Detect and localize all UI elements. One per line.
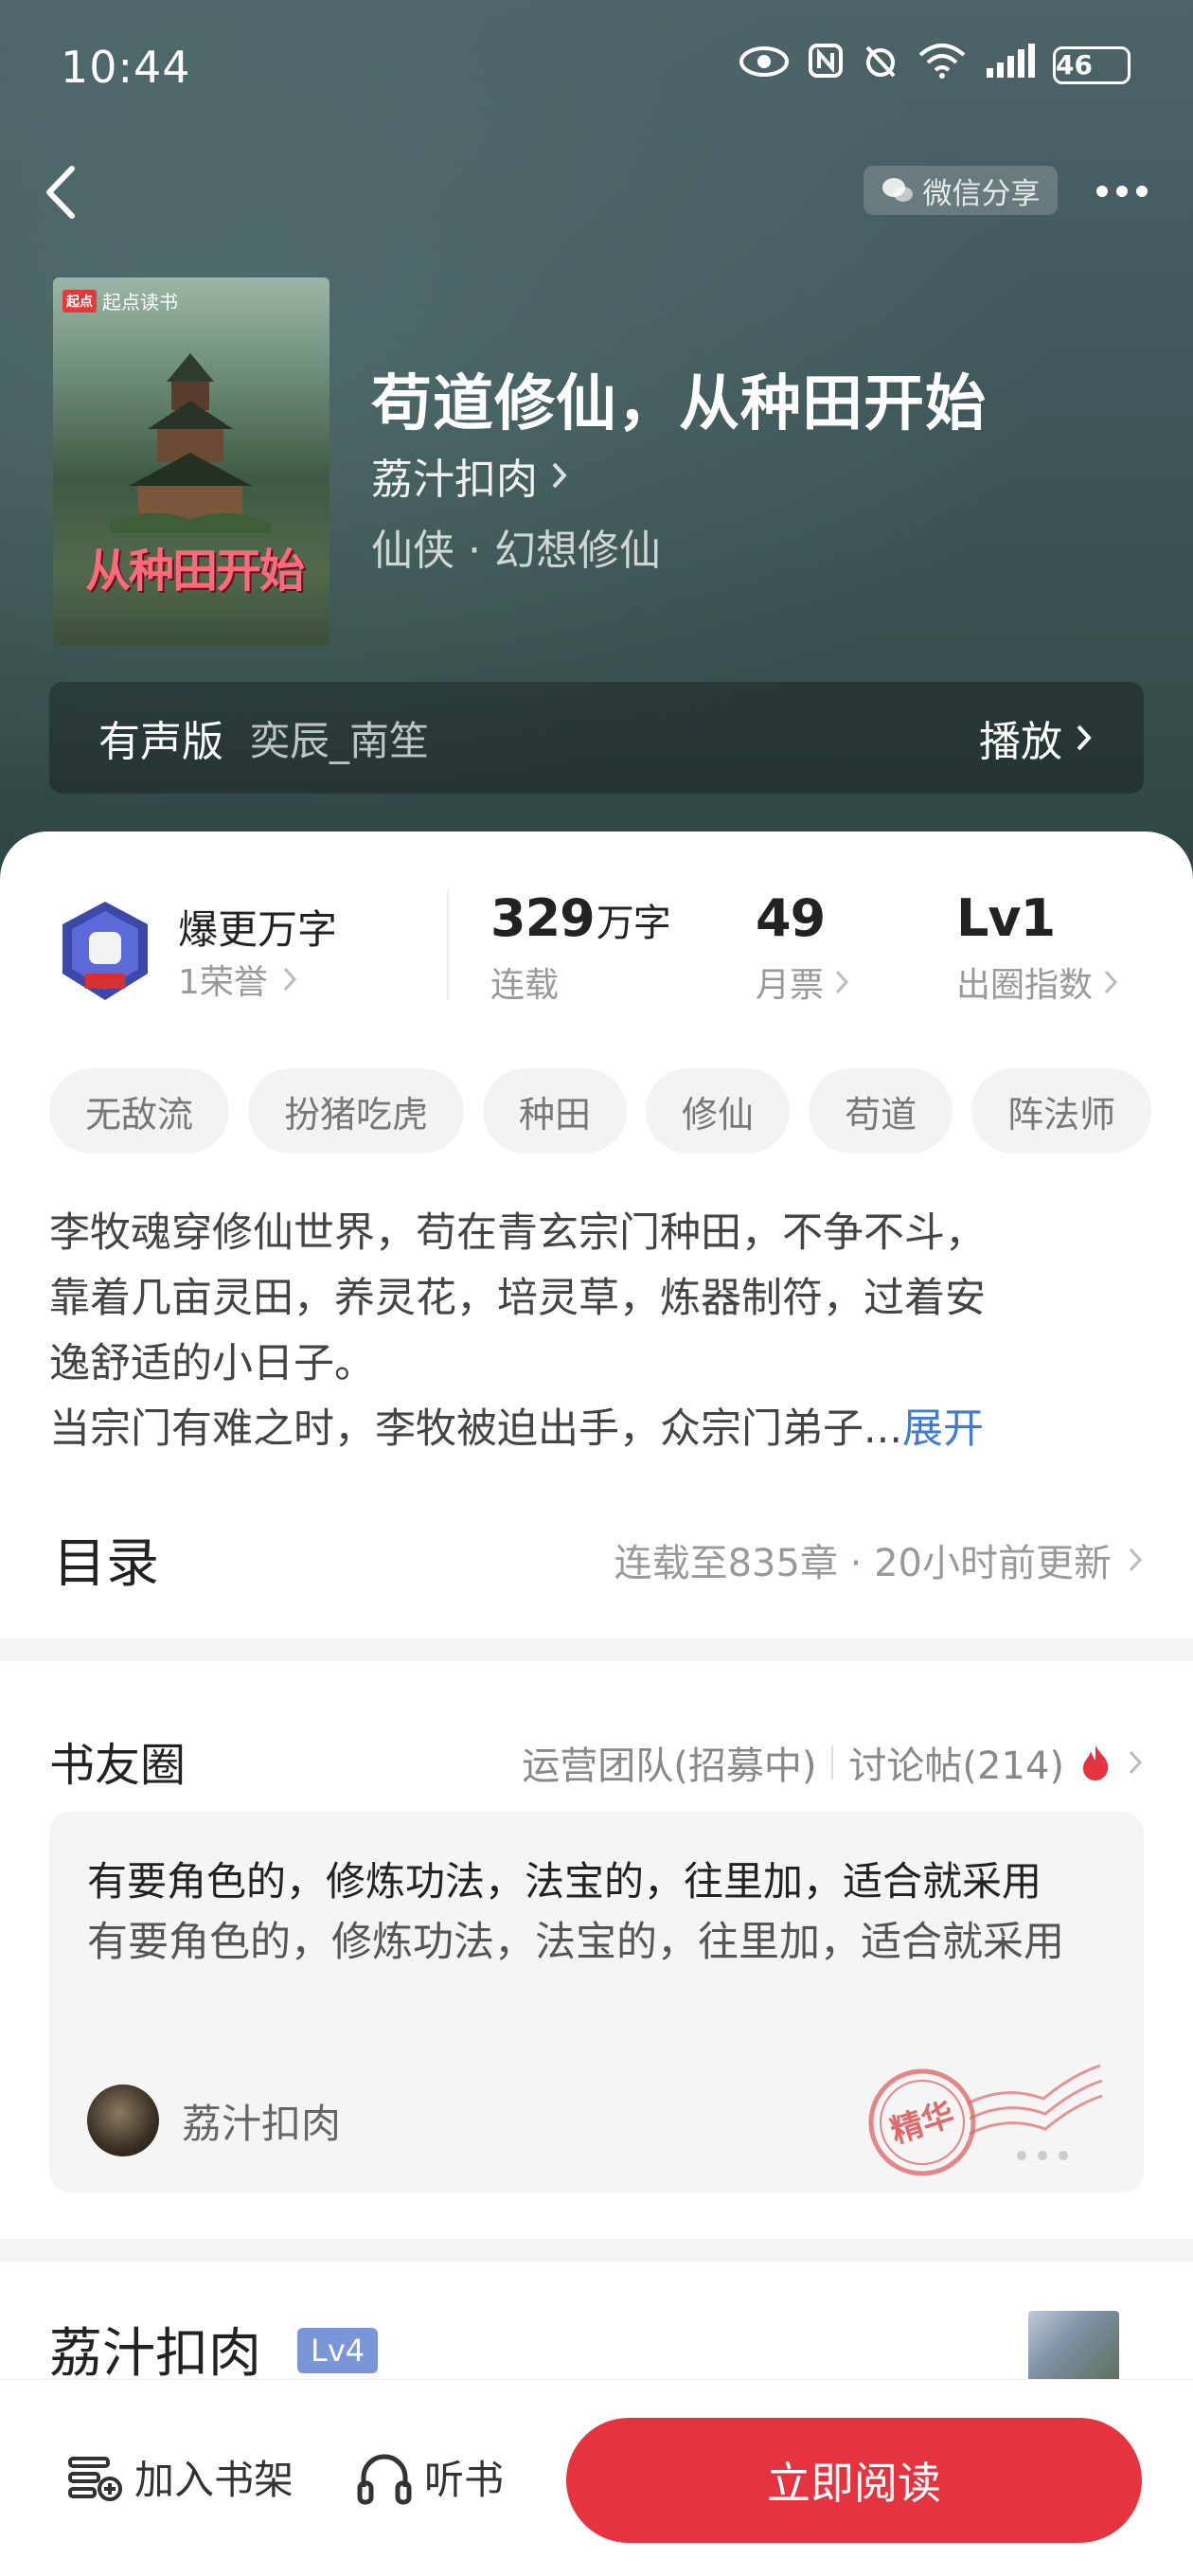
table-of-contents-row[interactable]: 目录 连载至835章 · 20小时前更新 — [49, 1513, 1144, 1608]
book-synopsis: 李牧魂穿修仙世界，苟在青玄宗门种田，不争不斗， 靠着几亩灵田，养灵花，培灵草，炼… — [49, 1209, 986, 1453]
tag-chip[interactable]: 无敌流 — [49, 1068, 230, 1154]
author-level-badge: Lv4 — [297, 2328, 379, 2373]
popularity-index-stat[interactable]: Lv1 出圈指数 — [956, 888, 1119, 1007]
cover-logo: 起点 起点读书 — [62, 287, 178, 314]
author-section-name: 荔汁扣肉 — [49, 2323, 261, 2385]
more-button[interactable] — [1089, 172, 1155, 210]
divider — [831, 1745, 834, 1780]
featured-post-card[interactable]: 有要角色的，修炼功法，法宝的，往里加，适合就采用 有要角色的，修炼功法，法宝的，… — [49, 1812, 1144, 2192]
wifi-icon — [917, 42, 968, 89]
audio-play-button[interactable]: 播放 — [979, 707, 1095, 768]
add-to-shelf-button[interactable]: 加入书架 — [66, 2448, 294, 2506]
expand-link[interactable]: 展开 — [902, 1405, 984, 1453]
divider — [447, 890, 449, 1000]
book-detail-content: 爆更万字 1荣誉 329万字 连载 49 月票 Lv1 出圈指数 无敌流 扮猪吃… — [0, 832, 1193, 2576]
battery-indicator: 46 — [1053, 46, 1131, 84]
chevron-right-icon — [835, 970, 849, 994]
status-time: 10:44 — [61, 42, 191, 93]
chevron-right-icon — [1077, 724, 1092, 751]
section-divider — [0, 2239, 1193, 2262]
pagoda-illustration — [110, 353, 271, 533]
carousel-dots — [1017, 2151, 1068, 2160]
status-bar: 10:44 46 — [0, 0, 1193, 133]
fist-badge-icon[interactable] — [53, 898, 157, 1007]
monthly-tickets-stat[interactable]: 49 月票 — [756, 888, 850, 1007]
post-author-name: 荔汁扣肉 — [182, 2100, 342, 2147]
avatar — [87, 2084, 159, 2156]
author-section[interactable]: 荔汁扣肉 Lv4 — [49, 2311, 1144, 2387]
read-now-button[interactable]: 立即阅读 — [566, 2418, 1142, 2543]
post-author: 荔汁扣肉 — [87, 2084, 341, 2156]
toc-title: 目录 — [53, 1533, 159, 1595]
tag-chip[interactable]: 苟道 — [809, 1068, 953, 1154]
more-dots-icon — [1096, 186, 1108, 197]
word-count-stat: 329万字 连载 — [490, 888, 671, 1005]
discussion-posts-link[interactable]: 讨论帖(214) — [848, 1735, 1064, 1790]
eye-icon — [739, 44, 790, 87]
share-label: 微信分享 — [922, 176, 1041, 211]
chevron-right-icon — [552, 462, 567, 489]
author-thumbnail — [1028, 2311, 1119, 2387]
essence-stamp-icon: 精华 — [868, 2064, 1103, 2176]
author-name: 荔汁扣肉 — [371, 456, 538, 504]
audio-narrator: 奕辰_南笙 — [250, 717, 430, 764]
reader-circle-links: 运营团队(招募中) 讨论帖(214) — [522, 1735, 1144, 1790]
tag-list: 无敌流 扮猪吃虎 种田 修仙 苟道 阵法师 — [49, 1068, 1152, 1154]
cover-title: 从种田开始 — [84, 545, 305, 598]
tag-chip[interactable]: 扮猪吃虎 — [248, 1068, 465, 1154]
nfc-icon — [807, 42, 845, 89]
post-body: 有要角色的，修炼功法，法宝的，往里加，适合就采用 — [87, 1919, 1064, 1966]
listen-button[interactable]: 听书 — [356, 2448, 504, 2506]
chevron-right-icon — [1129, 1750, 1143, 1775]
reader-circle-header: 书友圈 运营团队(招募中) 讨论帖(214) — [49, 1716, 1144, 1792]
section-divider — [0, 1638, 1193, 1661]
book-cover[interactable]: 起点 起点读书 从种田开始 — [53, 277, 329, 645]
honor-title: 爆更万字 — [178, 906, 338, 953]
tag-chip[interactable]: 修仙 — [646, 1068, 791, 1154]
svg-text:精华: 精华 — [886, 2095, 959, 2151]
bottom-action-bar: 加入书架 听书 立即阅读 — [0, 2379, 1193, 2576]
alarm-off-icon — [862, 42, 899, 89]
audio-version-bar[interactable]: 有声版 奕辰_南笙 播放 — [49, 682, 1144, 794]
signal-icon — [985, 42, 1036, 89]
status-icons: 46 — [739, 42, 1131, 89]
book-genre: 仙侠 · 幻想修仙 — [371, 527, 661, 575]
book-author-link[interactable]: 荔汁扣肉 — [371, 445, 570, 506]
headphones-icon — [357, 2454, 412, 2504]
reader-circle-title: 书友圈 — [49, 1739, 187, 1792]
tag-chip[interactable]: 种田 — [483, 1068, 628, 1154]
book-title: 苟道修仙，从种田开始 — [371, 369, 987, 439]
wechat-icon — [881, 178, 913, 202]
chevron-left-icon — [46, 166, 75, 219]
honor-count-link[interactable]: 1荣誉 — [178, 955, 298, 1004]
audio-label: 有声版 — [98, 718, 223, 766]
post-title: 有要角色的，修炼功法，法宝的，往里加，适合就采用 — [87, 1858, 1042, 1905]
ops-team-link[interactable]: 运营团队(招募中) — [522, 1735, 816, 1790]
back-button[interactable] — [34, 159, 91, 225]
tag-chip[interactable]: 阵法师 — [971, 1068, 1152, 1154]
chevron-right-icon — [283, 967, 296, 992]
add-shelf-icon — [68, 2456, 122, 2501]
chevron-right-icon — [1104, 970, 1118, 994]
wechat-share-button[interactable]: 微信分享 — [864, 166, 1058, 215]
chevron-right-icon — [1129, 1547, 1143, 1572]
fire-icon — [1083, 1745, 1109, 1780]
toc-update-info: 连载至835章 · 20小时前更新 — [614, 1532, 1144, 1587]
